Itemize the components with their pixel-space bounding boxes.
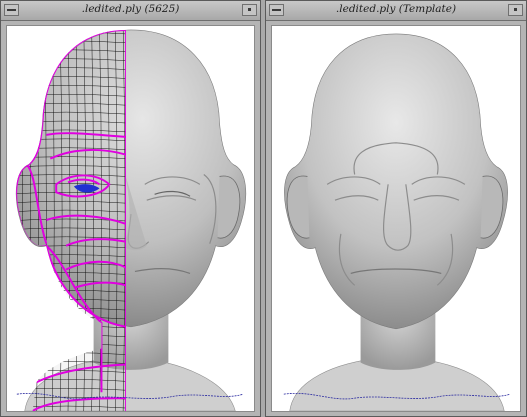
minimize-icon[interactable] <box>508 4 523 16</box>
grid-line <box>13 26 15 411</box>
render-viewport[interactable] <box>6 25 255 412</box>
render-viewport[interactable] <box>271 25 521 412</box>
window-right: .ledited.ply (Template) <box>265 0 527 417</box>
window-menu-icon[interactable] <box>269 4 284 16</box>
minimize-icon[interactable] <box>242 4 257 16</box>
title-bar[interactable]: .ledited.ply (Template) <box>266 1 526 21</box>
window-title: .ledited.ply (5625) <box>81 3 180 15</box>
head-render-with-grid <box>13 26 247 411</box>
window-left: .ledited.ply (5625) <box>0 0 261 417</box>
head-render-template <box>283 33 511 411</box>
template-grid-overlay <box>13 26 127 411</box>
title-bar[interactable]: .ledited.ply (5625) <box>1 1 260 21</box>
window-title: .ledited.ply (Template) <box>335 3 457 15</box>
window-menu-icon[interactable] <box>4 4 19 16</box>
head <box>284 33 508 330</box>
ear-left <box>286 175 310 239</box>
